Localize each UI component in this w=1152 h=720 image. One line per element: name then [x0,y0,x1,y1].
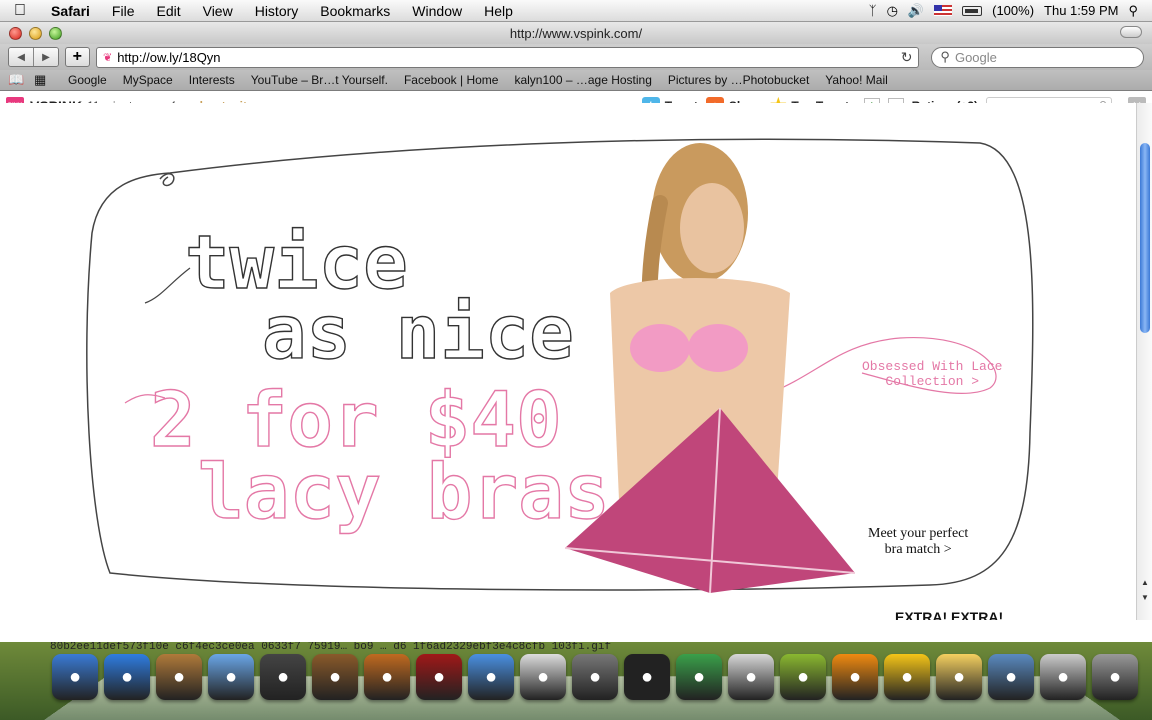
apple-menu-icon[interactable]:  [0,2,40,20]
dashboard-icon[interactable]: ● [624,654,670,700]
search-field[interactable]: ⚲ Google [931,46,1144,68]
show-bookmarks-icon[interactable]: 📖 [8,72,34,88]
iphoto-icon[interactable]: ● [312,654,358,700]
bird-app-icon[interactable]: ● [676,654,722,700]
paint-app-icon[interactable]: ● [936,654,982,700]
system-preferences-icon[interactable]: ● [572,654,618,700]
vertical-scrollbar[interactable]: ▲ ▼ [1136,103,1152,620]
menu-extras: ᛉ ◷ 🔊 (100%) Thu 1:59 PM ⚲ [869,3,1152,19]
match-link-line-1: Meet your perfect [868,526,969,541]
bookmark-youtube[interactable]: YouTube – Br…t Yourself. [243,73,396,87]
garageband-icon[interactable]: ● [364,654,410,700]
itunes-icon[interactable]: ● [208,654,254,700]
dock-icons: ● ● ● ● ● ● ● ● ● ● ● ● ● ● ● ● ● ● ● ● ● [52,654,1138,700]
dock: 80b2ee11def573f10e c6f4ec3ce0ea 0633f7 7… [0,642,1152,720]
title-bar[interactable]: http://www.vspink.com/ [0,22,1152,44]
vlc-icon[interactable]: ● [832,654,878,700]
site-favicon-icon: ❦ [102,51,113,64]
back-button[interactable]: ◀ [9,48,34,66]
toolbar-toggle-button[interactable] [1120,26,1142,38]
menu-history[interactable]: History [244,3,310,19]
menu-file[interactable]: File [101,3,146,19]
minimize-window-button[interactable] [29,26,42,40]
input-language-flag-icon[interactable] [934,5,953,16]
battery-percent: (100%) [992,3,1035,18]
lace-collection-link[interactable]: Obsessed With Lace Collection > [862,359,1002,389]
bra-match-link[interactable]: Meet your perfect bra match > [868,526,968,558]
zoom-window-button[interactable] [49,26,62,40]
menu-bookmarks[interactable]: Bookmarks [309,3,401,19]
search-placeholder: Google [954,49,997,65]
safari-icon[interactable]: ● [104,654,150,700]
volume-icon[interactable]: 🔊 [908,3,924,19]
browser-toolbar: ◀ ▶ + ❦ http://ow.ly/18Qyn ↻ ⚲ Google [0,44,1152,70]
bookmark-facebook[interactable]: Facebook | Home [396,73,507,87]
bookmark-interests[interactable]: Interests [181,73,243,87]
menu-window[interactable]: Window [401,3,473,19]
rope-tail-decoration [144,267,191,304]
address-book-icon[interactable]: ● [156,654,202,700]
imovie-icon[interactable]: ● [260,654,306,700]
headline-line-2: as nice [262,290,574,376]
address-field[interactable]: http://ow.ly/18Qyn [117,50,895,65]
lace-link-line-1: Obsessed With Lace [862,359,1003,374]
textedit-icon[interactable]: ● [520,654,566,700]
preview-icon[interactable]: ● [988,654,1034,700]
bookmark-kalyn100[interactable]: kalyn100 – …age Hosting [506,73,659,87]
menu-edit[interactable]: Edit [145,3,191,19]
feather-app-icon[interactable]: ● [884,654,930,700]
spotlight-icon[interactable]: ⚲ [1128,3,1138,19]
melon-app-icon[interactable]: ● [780,654,826,700]
close-window-button[interactable] [9,26,22,40]
lace-link-line-2: Collection > [885,374,980,389]
clock[interactable]: Thu 1:59 PM [1044,3,1118,18]
address-bar[interactable]: ❦ http://ow.ly/18Qyn ↻ [95,46,920,68]
bluetooth-icon[interactable]: ᛉ [869,3,877,18]
offer-line-2: lacy bras [198,447,610,536]
bookmarks-bar: 📖 ▦ Google MySpace Interests YouTube – B… [0,70,1152,91]
battery-icon[interactable] [962,5,983,16]
model-photo [564,143,856,594]
network-icon[interactable]: ● [1040,654,1086,700]
nav-buttons: ◀ ▶ [8,47,59,67]
finder-icon[interactable]: ● [52,654,98,700]
page-content: twice as nice 2 for $40 lacy bras Obsess… [0,103,1136,620]
bookmark-myspace[interactable]: MySpace [115,73,181,87]
menu-help[interactable]: Help [473,3,524,19]
scroll-up-arrow-icon[interactable]: ▲ [1137,578,1152,592]
menu-bar:  Safari File Edit View History Bookmark… [0,0,1152,22]
bookmark-google[interactable]: Google [60,73,115,87]
bookmark-yahoo-mail[interactable]: Yahoo! Mail [817,73,895,87]
mummy-app-icon[interactable]: ● [728,654,774,700]
scroll-down-arrow-icon[interactable]: ▼ [1137,593,1152,607]
ichat-icon[interactable]: ● [468,654,514,700]
add-bookmark-button[interactable]: + [64,47,90,67]
trash-icon[interactable]: ● [1092,654,1138,700]
forward-button[interactable]: ▶ [33,48,58,66]
top-sites-grid-icon[interactable]: ▦ [34,72,60,88]
rope-knot-decoration [159,173,175,187]
time-machine-icon[interactable]: ◷ [887,3,898,19]
menu-view[interactable]: View [192,3,244,19]
scrollbar-thumb[interactable] [1140,143,1150,333]
photo-booth-icon[interactable]: ● [416,654,462,700]
desktop-file-labels: 80b2ee11def573f10e c6f4ec3ce0ea 0633f7 7… [50,642,612,653]
search-icon: ⚲ [940,49,950,64]
reload-icon[interactable]: ↻ [901,49,913,66]
window-controls [0,26,62,40]
extra-extra-heading: EXTRA! EXTRA! [895,609,1004,620]
window-title: http://www.vspink.com/ [509,25,643,41]
menu-app-name[interactable]: Safari [40,3,101,19]
match-link-line-2: bra match > [884,542,952,557]
bookmark-photobucket[interactable]: Pictures by …Photobucket [660,73,817,87]
